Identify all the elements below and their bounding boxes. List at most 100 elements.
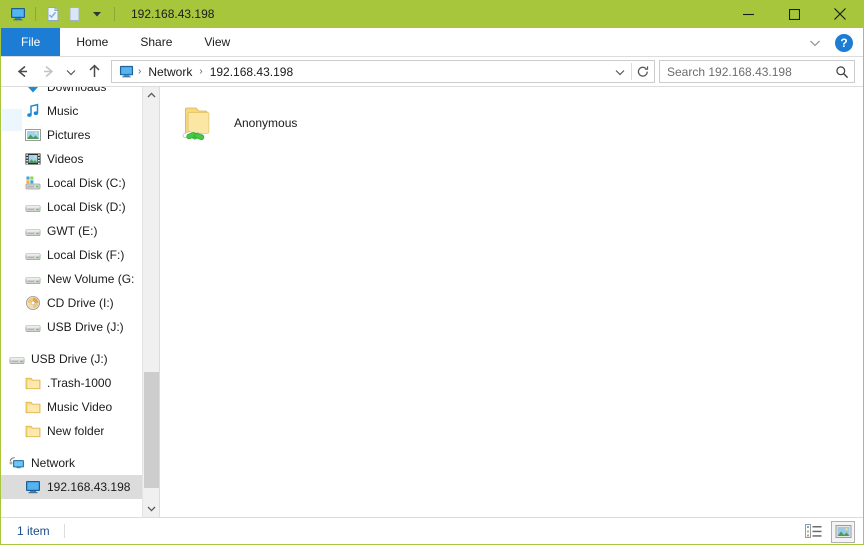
breadcrumb-root-icon[interactable] (117, 62, 136, 81)
nav-group-spacer (1, 339, 142, 347)
properties-icon[interactable] (42, 3, 64, 25)
folder-icon (25, 375, 41, 391)
videos-icon (25, 151, 41, 167)
tab-home[interactable]: Home (60, 28, 124, 56)
network-icon (9, 455, 25, 471)
folder-icon (25, 399, 41, 415)
customize-chevron-icon[interactable] (86, 3, 108, 25)
sidebar-item-192-168-43-198[interactable]: 192.168.43.198 (1, 475, 159, 499)
sidebar-item-usb-drive-j[interactable]: USB Drive (J:) (1, 347, 142, 371)
scroll-down-button[interactable] (143, 500, 160, 517)
breadcrumb-separator-1[interactable]: › (136, 66, 143, 77)
scrollbar-track[interactable] (143, 104, 160, 500)
downloads-icon (25, 87, 41, 95)
navigation-pane: Downloads Music Pictures Videos Local Disk (… (1, 87, 160, 517)
drive-icon (25, 223, 41, 239)
item-count-label: 1 item (17, 524, 50, 538)
sidebar-item-label: Local Disk (C:) (47, 176, 126, 190)
sidebar-item-local-disk-c[interactable]: Local Disk (C:) (1, 171, 142, 195)
sidebar-item-network[interactable]: Network (1, 451, 142, 475)
file-explorer-window: 192.168.43.198 File Home Share View ? › … (0, 0, 864, 545)
sidebar-item-local-disk-f[interactable]: Local Disk (F:) (1, 243, 142, 267)
sidebar-item-label: USB Drive (J:) (31, 352, 108, 366)
ribbon-tab-bar: File Home Share View ? (1, 28, 863, 57)
sidebar-item-music[interactable]: Music (1, 99, 142, 123)
sidebar-item-pictures[interactable]: Pictures (1, 123, 142, 147)
navigation-scrollbar[interactable] (142, 87, 159, 517)
sidebar-item-new-folder[interactable]: New folder (1, 419, 142, 443)
sidebar-item-label: .Trash-1000 (47, 376, 112, 390)
sidebar-item-label: 192.168.43.198 (47, 480, 131, 494)
sidebar-item-new-volume-g[interactable]: New Volume (G: (1, 267, 142, 291)
sidebar-item-music-video[interactable]: Music Video (1, 395, 142, 419)
drive-icon (25, 271, 41, 287)
drive-icon (25, 319, 41, 335)
nav-group-spacer (1, 443, 142, 451)
refresh-icon[interactable] (632, 61, 654, 82)
sidebar-item-label: Pictures (47, 128, 91, 142)
ribbon-right-controls: ? (803, 28, 859, 57)
tab-file[interactable]: File (1, 28, 61, 56)
sidebar-item-videos[interactable]: Videos (1, 147, 142, 171)
window-controls (725, 0, 863, 28)
quick-access-toolbar (1, 3, 121, 25)
up-button[interactable] (81, 60, 107, 84)
sidebar-item-label: CD Drive (I:) (47, 296, 114, 310)
sidebar-item-downloads[interactable]: Downloads (1, 87, 142, 99)
sidebar-item-label: Music Video (47, 400, 113, 414)
sidebar-item-label: Local Disk (F:) (47, 248, 125, 262)
minimize-ribbon-chevron-icon[interactable] (803, 31, 827, 55)
breadcrumb-network[interactable]: Network (143, 63, 197, 81)
sidebar-item-local-disk-d[interactable]: Local Disk (D:) (1, 195, 142, 219)
minimize-button[interactable] (725, 0, 771, 28)
sidebar-item-label: Music (47, 104, 79, 118)
toolbar-divider (35, 7, 36, 21)
scroll-up-button[interactable] (143, 87, 160, 104)
search-input[interactable]: Search 192.168.43.198 (660, 65, 830, 79)
forward-button[interactable] (35, 60, 61, 84)
folder-icon (25, 423, 41, 439)
computer-icon (25, 479, 41, 495)
sidebar-item-label: GWT (E:) (47, 224, 98, 238)
large-icons-view-button[interactable] (831, 520, 855, 543)
search-box[interactable]: Search 192.168.43.198 (659, 60, 855, 83)
computer-icon[interactable] (7, 3, 29, 25)
sidebar-item-label: New folder (47, 424, 105, 438)
drive-icon (25, 247, 41, 263)
sidebar-item-label: USB Drive (J:) (47, 320, 124, 334)
sidebar-item-trash-1000[interactable]: .Trash-1000 (1, 371, 142, 395)
new-folder-icon[interactable] (64, 3, 86, 25)
explorer-body: Downloads Music Pictures Videos Local Disk (… (1, 86, 863, 517)
tab-view[interactable]: View (188, 28, 246, 56)
pictures-icon (25, 127, 41, 143)
maximize-button[interactable] (771, 0, 817, 28)
drive-icon (9, 351, 25, 367)
address-bar[interactable]: › Network › 192.168.43.198 (111, 60, 655, 83)
tab-share[interactable]: Share (124, 28, 188, 56)
title-bar: 192.168.43.198 (1, 0, 863, 28)
recent-locations-chevron-icon[interactable] (61, 60, 81, 84)
drive-icon (25, 199, 41, 215)
file-item-label: Anonymous (234, 116, 298, 130)
status-bar: 1 item (1, 517, 863, 544)
help-button[interactable]: ? (835, 33, 853, 52)
back-button[interactable] (9, 60, 35, 84)
breadcrumb-host[interactable]: 192.168.43.198 (205, 63, 298, 81)
sidebar-item-cd-drive-i[interactable]: CD Drive (I:) (1, 291, 142, 315)
breadcrumb-separator-2[interactable]: › (197, 66, 204, 77)
scrollbar-thumb[interactable] (143, 372, 159, 488)
details-view-button[interactable] (801, 521, 825, 543)
view-buttons (801, 518, 855, 545)
sidebar-item-gwt-e[interactable]: GWT (E:) (1, 219, 142, 243)
sidebar-item-usb-drive-j[interactable]: USB Drive (J:) (1, 315, 142, 339)
address-bar-row: › Network › 192.168.43.198 Search 192.16… (1, 57, 863, 86)
search-icon[interactable] (830, 65, 854, 79)
file-item-anonymous[interactable]: Anonymous (164, 93, 324, 153)
sidebar-item-label: Videos (47, 152, 84, 166)
sidebar-item-label: Local Disk (D:) (47, 200, 126, 214)
close-button[interactable] (817, 0, 863, 28)
file-list-pane[interactable]: Anonymous (160, 87, 863, 517)
address-dropdown-chevron-icon[interactable] (609, 61, 631, 82)
cd-drive-icon (25, 295, 41, 311)
window-title: 192.168.43.198 (131, 7, 215, 21)
